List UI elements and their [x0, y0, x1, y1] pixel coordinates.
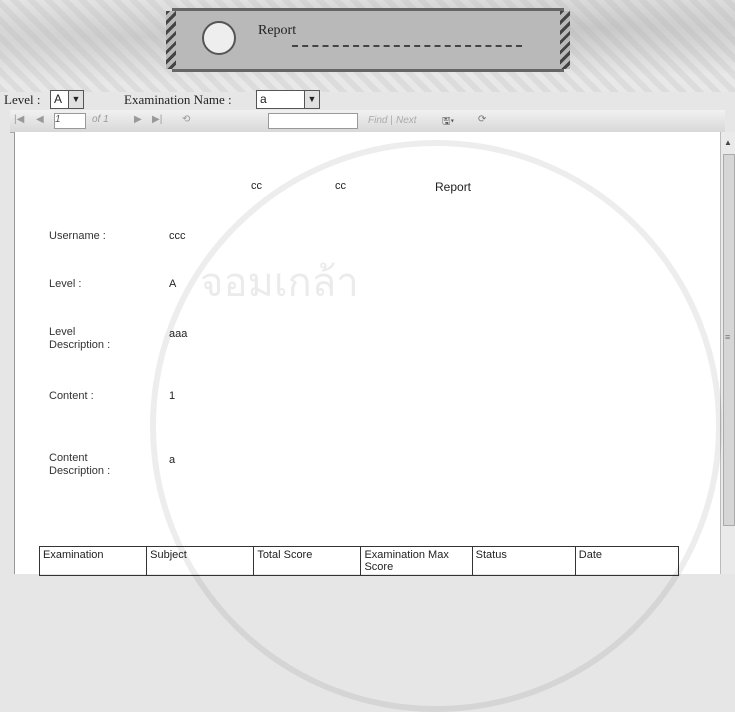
- report-banner: Report: [166, 8, 570, 72]
- vertical-scrollbar[interactable]: ▲ ≡: [720, 132, 735, 574]
- results-table: Examination Subject Total Score Examinat…: [38, 546, 680, 576]
- scroll-up-icon[interactable]: ▲: [724, 138, 732, 147]
- first-page-icon[interactable]: |◀: [14, 114, 24, 125]
- exam-name-select[interactable]: a ▼: [256, 90, 320, 109]
- column-header: Date: [574, 546, 680, 576]
- level-description-value: aaa: [169, 328, 188, 340]
- username-label: Username :: [49, 230, 106, 242]
- grip-icon: ≡: [725, 332, 731, 342]
- report-header-cc2: cc: [335, 180, 346, 192]
- content-description-value: a: [169, 454, 176, 466]
- level-label: Level :: [4, 92, 41, 107]
- page-count: of 1: [92, 114, 109, 125]
- page-number-input[interactable]: 1: [54, 113, 86, 129]
- username-value: ccc: [169, 230, 186, 242]
- column-header: Total Score: [253, 546, 362, 576]
- back-icon[interactable]: ⟲: [182, 114, 190, 125]
- next-page-icon[interactable]: ▶: [134, 114, 142, 125]
- level-field-value: A: [169, 278, 177, 290]
- banner-decoration: [292, 45, 522, 47]
- level-select[interactable]: A ▼: [50, 90, 84, 109]
- column-header: Status: [471, 546, 576, 576]
- level-field-label: Level :: [49, 278, 82, 290]
- filter-row: Level : A ▼ Examination Name : a ▼: [4, 90, 564, 110]
- exam-name-label: Examination Name :: [124, 92, 232, 107]
- refresh-icon[interactable]: ⟳: [478, 114, 486, 125]
- report-viewer: cc cc Report Username : ccc Level : A Le…: [14, 132, 721, 576]
- report-toolbar: |◀ ◀ 1 of 1 ▶ ▶| ⟲ Find | Next 🖫▾ ⟳: [10, 110, 725, 133]
- page-header: Report: [0, 0, 735, 92]
- logo-icon: [202, 21, 236, 55]
- chevron-down-icon: ▼: [68, 91, 83, 108]
- column-header: Subject: [146, 546, 255, 576]
- chevron-down-icon: ▼: [304, 91, 319, 108]
- table-header-row: Examination Subject Total Score Examinat…: [38, 546, 680, 576]
- column-header: Examination Max Score: [360, 546, 473, 576]
- content-description-label: Content Description :: [49, 452, 111, 477]
- report-header-cc1: cc: [251, 180, 262, 192]
- banner-title: Report: [258, 23, 297, 38]
- find-link[interactable]: Find: [368, 115, 387, 126]
- find-input[interactable]: [268, 113, 358, 129]
- column-header: Examination: [38, 546, 148, 576]
- report-title: Report: [435, 180, 472, 194]
- last-page-icon[interactable]: ▶|: [152, 114, 162, 125]
- level-description-label: Level Description :: [49, 326, 111, 351]
- content-label: Content :: [49, 390, 94, 402]
- export-icon[interactable]: 🖫▾: [442, 114, 454, 131]
- next-link[interactable]: Next: [396, 115, 417, 126]
- prev-page-icon[interactable]: ◀: [36, 114, 44, 125]
- content-value: 1: [169, 390, 176, 402]
